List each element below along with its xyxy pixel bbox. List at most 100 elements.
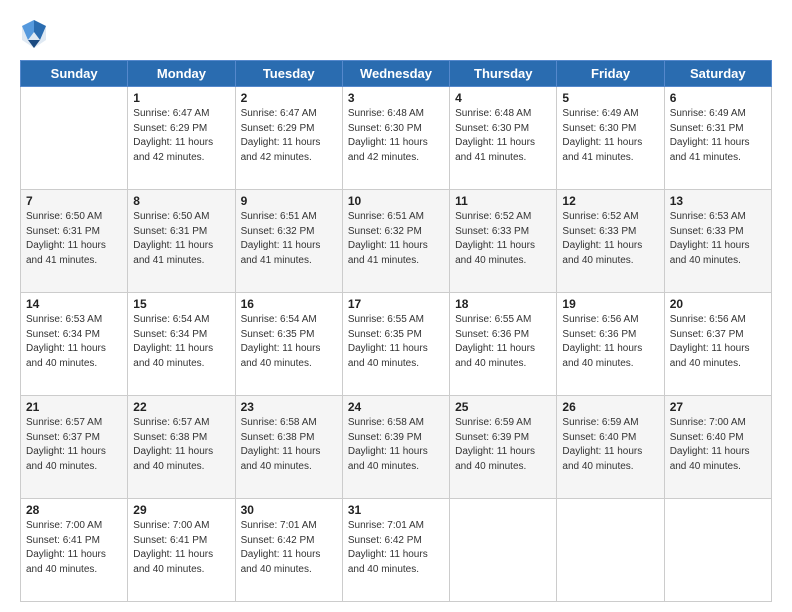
day-number: 22 xyxy=(133,400,229,414)
calendar-cell: 11 Sunrise: 6:52 AMSunset: 6:33 PMDayligh… xyxy=(450,190,557,293)
calendar-week-row: 1 Sunrise: 6:47 AMSunset: 6:29 PMDaylight… xyxy=(21,87,772,190)
day-number: 19 xyxy=(562,297,658,311)
day-number: 4 xyxy=(455,91,551,105)
calendar-day-header: Thursday xyxy=(450,61,557,87)
cell-text: Sunrise: 7:00 AMSunset: 6:41 PMDaylight:… xyxy=(133,519,229,577)
day-number: 11 xyxy=(455,194,551,208)
cell-text: Sunrise: 6:56 AMSunset: 6:37 PMDaylight:… xyxy=(670,313,766,371)
day-number: 2 xyxy=(241,91,337,105)
calendar-cell: 24Sunrise: 6:58 AMSunset: 6:39 PMDayligh… xyxy=(342,396,449,499)
cell-text: Sunrise: 6:49 AMSunset: 6:30 PMDaylight:… xyxy=(562,107,658,165)
calendar-cell: 28 Sunrise: 7:00 AMSunset: 6:41 PMDayligh… xyxy=(21,499,128,602)
calendar-day-header: Sunday xyxy=(21,61,128,87)
calendar-cell: 10 Sunrise: 6:51 AMSunset: 6:32 PMDayligh… xyxy=(342,190,449,293)
cell-text: Sunrise: 6:59 AMSunset: 6:39 PMDaylight:… xyxy=(455,416,551,474)
calendar-cell xyxy=(664,499,771,602)
calendar-day-header: Tuesday xyxy=(235,61,342,87)
day-number: 21 xyxy=(26,400,122,414)
calendar-cell: 20 Sunrise: 6:56 AMSunset: 6:37 PMDayligh… xyxy=(664,293,771,396)
calendar-page: SundayMondayTuesdayWednesdayThursdayFrid… xyxy=(0,0,792,612)
calendar-cell: 19Sunrise: 6:56 AMSunset: 6:36 PMDayligh… xyxy=(557,293,664,396)
calendar-cell: 2 Sunrise: 6:47 AMSunset: 6:29 PMDaylight… xyxy=(235,87,342,190)
day-number: 5 xyxy=(562,91,658,105)
cell-text: Sunrise: 6:53 AMSunset: 6:33 PMDaylight:… xyxy=(670,210,766,268)
day-number: 30 xyxy=(241,503,337,517)
calendar-day-header: Friday xyxy=(557,61,664,87)
cell-text: Sunrise: 6:54 AMSunset: 6:34 PMDaylight:… xyxy=(133,313,229,371)
cell-text: Sunrise: 6:57 AMSunset: 6:37 PMDaylight:… xyxy=(26,416,122,474)
day-number: 17 xyxy=(348,297,444,311)
day-number: 28 xyxy=(26,503,122,517)
calendar-day-header: Monday xyxy=(128,61,235,87)
cell-text: Sunrise: 6:54 AMSunset: 6:35 PMDaylight:… xyxy=(241,313,337,371)
calendar-cell: 7Sunrise: 6:50 AMSunset: 6:31 PMDaylight… xyxy=(21,190,128,293)
day-number: 18 xyxy=(455,297,551,311)
calendar-cell: 6 Sunrise: 6:49 AMSunset: 6:31 PMDaylight… xyxy=(664,87,771,190)
cell-text: Sunrise: 6:50 AMSunset: 6:31 PMDaylight:… xyxy=(133,210,229,268)
cell-text: Sunrise: 7:00 AMSunset: 6:41 PMDaylight:… xyxy=(26,519,122,577)
calendar-day-header: Saturday xyxy=(664,61,771,87)
day-number: 1 xyxy=(133,91,229,105)
day-number: 25 xyxy=(455,400,551,414)
cell-text: Sunrise: 7:01 AMSunset: 6:42 PMDaylight:… xyxy=(348,519,444,577)
day-number: 6 xyxy=(670,91,766,105)
calendar-cell: 4 Sunrise: 6:48 AMSunset: 6:30 PMDaylight… xyxy=(450,87,557,190)
calendar-cell xyxy=(21,87,128,190)
calendar-table: SundayMondayTuesdayWednesdayThursdayFrid… xyxy=(20,60,772,602)
calendar-cell: 25 Sunrise: 6:59 AMSunset: 6:39 PMDayligh… xyxy=(450,396,557,499)
calendar-header-row: SundayMondayTuesdayWednesdayThursdayFrid… xyxy=(21,61,772,87)
calendar-week-row: 28 Sunrise: 7:00 AMSunset: 6:41 PMDayligh… xyxy=(21,499,772,602)
day-number: 15 xyxy=(133,297,229,311)
day-number: 26 xyxy=(562,400,658,414)
calendar-cell: 18 Sunrise: 6:55 AMSunset: 6:36 PMDayligh… xyxy=(450,293,557,396)
calendar-cell xyxy=(557,499,664,602)
calendar-week-row: 21 Sunrise: 6:57 AMSunset: 6:37 PMDayligh… xyxy=(21,396,772,499)
day-number: 16 xyxy=(241,297,337,311)
day-number: 14 xyxy=(26,297,122,311)
calendar-cell: 5 Sunrise: 6:49 AMSunset: 6:30 PMDaylight… xyxy=(557,87,664,190)
calendar-cell: 27 Sunrise: 7:00 AMSunset: 6:40 PMDayligh… xyxy=(664,396,771,499)
calendar-cell: 21 Sunrise: 6:57 AMSunset: 6:37 PMDayligh… xyxy=(21,396,128,499)
day-number: 31 xyxy=(348,503,444,517)
calendar-cell: 22Sunrise: 6:57 AMSunset: 6:38 PMDayligh… xyxy=(128,396,235,499)
cell-text: Sunrise: 6:48 AMSunset: 6:30 PMDaylight:… xyxy=(348,107,444,165)
cell-text: Sunrise: 6:53 AMSunset: 6:34 PMDaylight:… xyxy=(26,313,122,371)
cell-text: Sunrise: 6:52 AMSunset: 6:33 PMDaylight:… xyxy=(455,210,551,268)
day-number: 12 xyxy=(562,194,658,208)
day-number: 23 xyxy=(241,400,337,414)
calendar-week-row: 14 Sunrise: 6:53 AMSunset: 6:34 PMDayligh… xyxy=(21,293,772,396)
cell-text: Sunrise: 6:48 AMSunset: 6:30 PMDaylight:… xyxy=(455,107,551,165)
header xyxy=(20,18,772,50)
calendar-cell: 12 Sunrise: 6:52 AMSunset: 6:33 PMDayligh… xyxy=(557,190,664,293)
calendar-cell: 9Sunrise: 6:51 AMSunset: 6:32 PMDaylight… xyxy=(235,190,342,293)
day-number: 10 xyxy=(348,194,444,208)
day-number: 27 xyxy=(670,400,766,414)
day-number: 13 xyxy=(670,194,766,208)
cell-text: Sunrise: 6:49 AMSunset: 6:31 PMDaylight:… xyxy=(670,107,766,165)
calendar-cell: 31 Sunrise: 7:01 AMSunset: 6:42 PMDayligh… xyxy=(342,499,449,602)
calendar-cell: 15 Sunrise: 6:54 AMSunset: 6:34 PMDayligh… xyxy=(128,293,235,396)
logo xyxy=(20,18,52,50)
day-number: 8 xyxy=(133,194,229,208)
calendar-cell: 17 Sunrise: 6:55 AMSunset: 6:35 PMDayligh… xyxy=(342,293,449,396)
cell-text: Sunrise: 6:52 AMSunset: 6:33 PMDaylight:… xyxy=(562,210,658,268)
calendar-cell: 23 Sunrise: 6:58 AMSunset: 6:38 PMDayligh… xyxy=(235,396,342,499)
day-number: 20 xyxy=(670,297,766,311)
cell-text: Sunrise: 6:51 AMSunset: 6:32 PMDaylight:… xyxy=(348,210,444,268)
calendar-cell: 8 Sunrise: 6:50 AMSunset: 6:31 PMDaylight… xyxy=(128,190,235,293)
cell-text: Sunrise: 6:55 AMSunset: 6:35 PMDaylight:… xyxy=(348,313,444,371)
cell-text: Sunrise: 6:58 AMSunset: 6:39 PMDaylight:… xyxy=(348,416,444,474)
calendar-cell: 13 Sunrise: 6:53 AMSunset: 6:33 PMDayligh… xyxy=(664,190,771,293)
calendar-cell: 3Sunrise: 6:48 AMSunset: 6:30 PMDaylight… xyxy=(342,87,449,190)
cell-text: Sunrise: 6:58 AMSunset: 6:38 PMDaylight:… xyxy=(241,416,337,474)
calendar-cell: 16 Sunrise: 6:54 AMSunset: 6:35 PMDayligh… xyxy=(235,293,342,396)
calendar-cell: 14 Sunrise: 6:53 AMSunset: 6:34 PMDayligh… xyxy=(21,293,128,396)
cell-text: Sunrise: 6:50 AMSunset: 6:31 PMDaylight:… xyxy=(26,210,122,268)
cell-text: Sunrise: 6:55 AMSunset: 6:36 PMDaylight:… xyxy=(455,313,551,371)
calendar-week-row: 7Sunrise: 6:50 AMSunset: 6:31 PMDaylight… xyxy=(21,190,772,293)
cell-text: Sunrise: 6:51 AMSunset: 6:32 PMDaylight:… xyxy=(241,210,337,268)
cell-text: Sunrise: 7:00 AMSunset: 6:40 PMDaylight:… xyxy=(670,416,766,474)
calendar-cell: 26Sunrise: 6:59 AMSunset: 6:40 PMDayligh… xyxy=(557,396,664,499)
cell-text: Sunrise: 6:47 AMSunset: 6:29 PMDaylight:… xyxy=(241,107,337,165)
day-number: 29 xyxy=(133,503,229,517)
